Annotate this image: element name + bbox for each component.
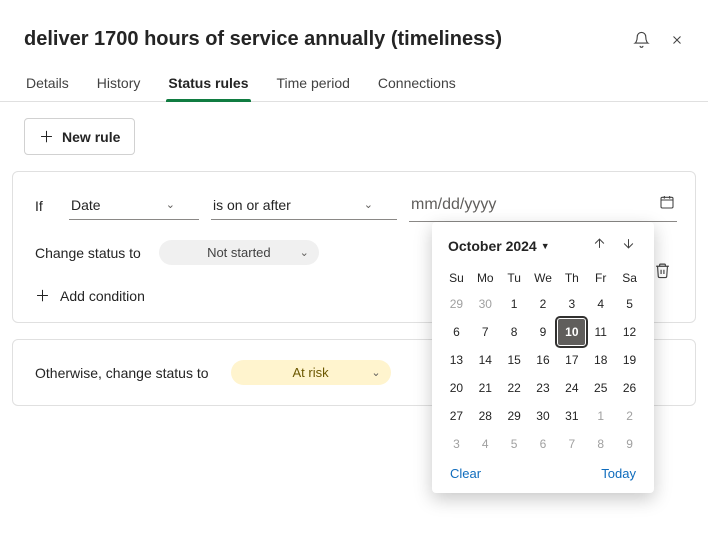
date-picker-popup: October 2024 ▼ SuMoTuWeThFrSa 2930123456… [432,222,654,493]
status-select-atrisk[interactable]: At risk ⌄ [231,360,391,385]
calendar-day[interactable]: 12 [616,319,643,345]
calendar-day[interactable]: 11 [587,319,614,345]
new-rule-label: New rule [62,129,120,145]
calendar-day[interactable]: 2 [529,291,556,317]
date-placeholder: mm/dd/yyyy [411,196,496,214]
status-select-notstarted[interactable]: Not started ⌄ [159,240,319,265]
today-button[interactable]: Today [601,466,636,481]
add-condition-label: Add condition [60,288,145,304]
plus-icon: ＋ [35,285,50,306]
calendar-day[interactable]: 3 [443,431,470,457]
tab-bar: Details History Status rules Time period Con… [0,59,708,102]
calendar-day[interactable]: 9 [529,319,556,345]
chevron-down-icon: ⌄ [371,366,380,379]
calendar-day[interactable]: 19 [616,347,643,373]
calendar-day[interactable]: 13 [443,347,470,373]
field-select[interactable]: Date ⌄ [69,193,199,220]
page-title: deliver 1700 hours of service annually (… [24,28,502,51]
calendar-day[interactable]: 23 [529,375,556,401]
calendar-day[interactable]: 15 [501,347,528,373]
calendar-day[interactable]: 25 [587,375,614,401]
tab-connections[interactable]: Connections [376,67,458,101]
calendar-day[interactable]: 14 [472,347,499,373]
calendar-day[interactable]: 6 [443,319,470,345]
calendar-day[interactable]: 26 [616,375,643,401]
calendar-icon[interactable] [659,194,675,215]
calendar-day[interactable]: 4 [587,291,614,317]
calendar-day[interactable]: 5 [616,291,643,317]
calendar-day[interactable]: 29 [501,403,528,429]
tab-time-period[interactable]: Time period [275,67,352,101]
chevron-down-icon: ⌄ [364,198,373,211]
otherwise-label: Otherwise, change status to [35,365,209,381]
calendar-day[interactable]: 18 [587,347,614,373]
operator-select[interactable]: is on or after ⌄ [211,193,397,220]
close-icon[interactable] [670,33,684,47]
bell-icon[interactable] [633,31,650,48]
calendar-day[interactable]: 22 [501,375,528,401]
month-label: October 2024 [448,238,537,254]
calendar-day[interactable]: 9 [616,431,643,457]
calendar-day[interactable]: 27 [443,403,470,429]
chevron-down-icon: ⌄ [300,246,309,259]
date-input[interactable]: mm/dd/yyyy [409,190,677,222]
chevron-down-icon: ⌄ [166,198,175,211]
day-of-week-header: Tu [500,266,529,290]
month-selector[interactable]: October 2024 ▼ [448,238,550,254]
day-of-week-header: Th [557,266,586,290]
tab-history[interactable]: History [95,67,143,101]
calendar-day[interactable]: 29 [443,291,470,317]
calendar-day[interactable]: 10 [558,319,585,345]
tab-details[interactable]: Details [24,67,71,101]
status-value: Not started [207,245,271,260]
calendar-day[interactable]: 5 [501,431,528,457]
calendar-day[interactable]: 2 [616,403,643,429]
clear-button[interactable]: Clear [450,466,481,481]
calendar-day[interactable]: 7 [558,431,585,457]
calendar-day[interactable]: 8 [587,431,614,457]
calendar-day[interactable]: 20 [443,375,470,401]
calendar-day[interactable]: 28 [472,403,499,429]
next-month-icon[interactable] [619,234,638,258]
new-rule-button[interactable]: ＋ New rule [24,118,135,155]
tab-status-rules[interactable]: Status rules [166,67,250,101]
field-value: Date [71,197,101,213]
prev-month-icon[interactable] [590,234,609,258]
delete-icon[interactable] [654,262,671,284]
calendar-day[interactable]: 17 [558,347,585,373]
day-of-week-header: Fr [586,266,615,290]
calendar-day[interactable]: 1 [501,291,528,317]
calendar-day[interactable]: 1 [587,403,614,429]
calendar-day[interactable]: 31 [558,403,585,429]
if-label: If [35,198,49,214]
calendar-day[interactable]: 4 [472,431,499,457]
day-of-week-header: Su [442,266,471,290]
status-value: At risk [292,365,328,380]
plus-icon: ＋ [39,126,54,147]
calendar-day[interactable]: 30 [472,291,499,317]
day-of-week-header: We [529,266,558,290]
change-status-label: Change status to [35,245,141,261]
day-of-week-header: Sa [615,266,644,290]
calendar-day[interactable]: 6 [529,431,556,457]
calendar-day[interactable]: 16 [529,347,556,373]
calendar-day[interactable]: 3 [558,291,585,317]
operator-value: is on or after [213,197,291,213]
calendar-day[interactable]: 24 [558,375,585,401]
calendar-day[interactable]: 21 [472,375,499,401]
day-of-week-header: Mo [471,266,500,290]
calendar-day[interactable]: 30 [529,403,556,429]
calendar-day[interactable]: 7 [472,319,499,345]
calendar-day[interactable]: 8 [501,319,528,345]
caret-down-icon: ▼ [541,241,550,251]
